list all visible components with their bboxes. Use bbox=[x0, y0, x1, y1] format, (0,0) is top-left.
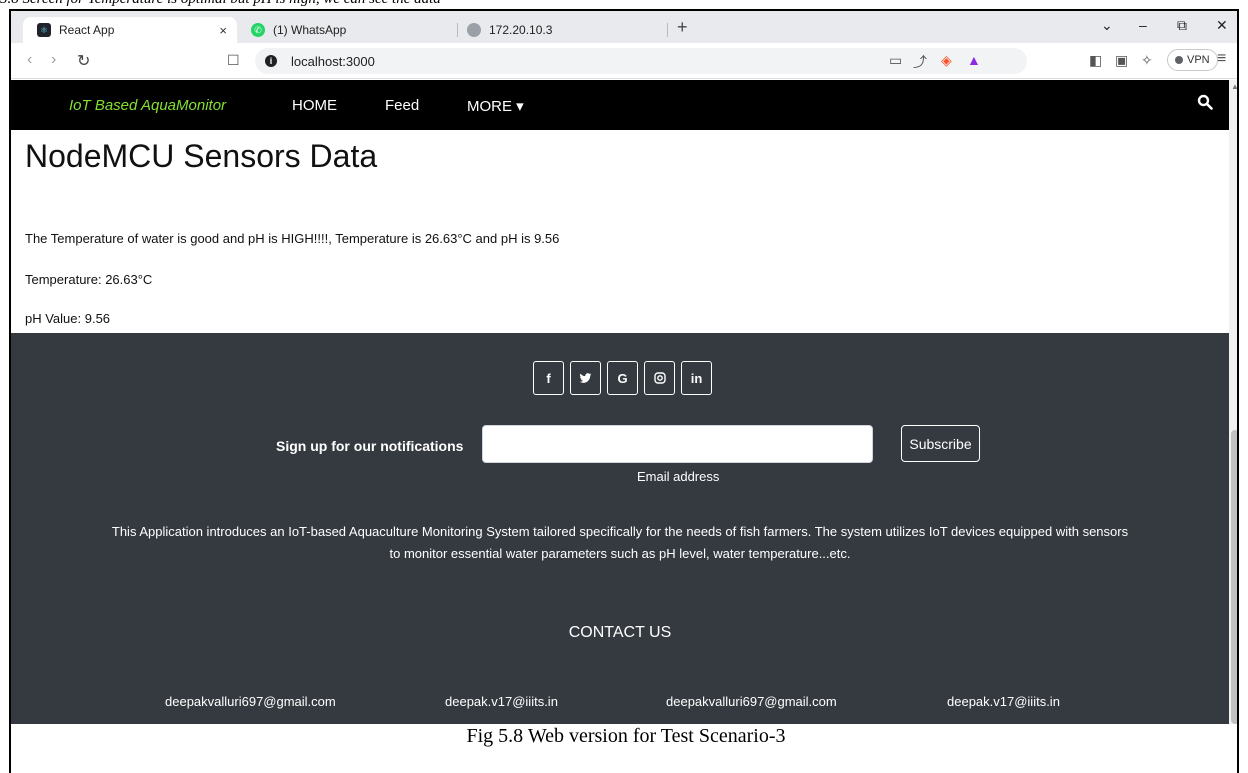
instagram-icon[interactable] bbox=[644, 361, 675, 395]
contact-email[interactable]: deepakvalluri697@gmail.com bbox=[165, 694, 336, 709]
social-links: f G in bbox=[533, 361, 712, 395]
ph-reading: pH Value: 9.56 bbox=[25, 311, 111, 326]
tab-separator bbox=[457, 23, 458, 37]
contact-email[interactable]: deepakvalluri697@gmail.com bbox=[666, 694, 837, 709]
sidebar-icon[interactable]: ◧ bbox=[1089, 52, 1102, 69]
vpn-status-icon bbox=[1175, 56, 1183, 64]
globe-icon bbox=[467, 23, 481, 37]
browser-toolbar: ‹ › ↻ ☐ i localhost:3000 ▭ ⤴ ◈ ▲ ◧ ▣ ✧ V… bbox=[11, 43, 1237, 79]
menu-icon[interactable]: ≡ bbox=[1217, 50, 1226, 68]
navbar-brand[interactable]: IoT Based AquaMonitor bbox=[69, 97, 226, 114]
forward-icon[interactable]: › bbox=[51, 51, 56, 69]
tab-separator bbox=[667, 23, 668, 37]
site-footer: f G in Sign up for our notifications Ema… bbox=[11, 333, 1229, 724]
tab-react-app[interactable]: ⚛ React App × bbox=[23, 17, 237, 43]
wallet-icon[interactable]: ▣ bbox=[1115, 52, 1128, 69]
react-icon: ⚛ bbox=[37, 23, 51, 37]
whatsapp-icon: ✆ bbox=[251, 23, 265, 37]
back-icon[interactable]: ‹ bbox=[27, 51, 32, 69]
tab-whatsapp[interactable]: ✆ (1) WhatsApp bbox=[251, 17, 346, 43]
app-description: This Application introduces an IoT-based… bbox=[111, 524, 1129, 561]
email-help-text: Email address bbox=[637, 469, 720, 484]
signup-label: Sign up for our notifications bbox=[276, 438, 464, 454]
share-icon[interactable]: ⤴ bbox=[913, 52, 927, 72]
scrollbar-thumb[interactable] bbox=[1231, 430, 1237, 724]
screenshot-frame: ⚛ React App × ✆ (1) WhatsApp 172.20.10.3… bbox=[9, 9, 1239, 773]
brave-rewards-icon[interactable]: ▲ bbox=[967, 52, 981, 68]
nav-home-link[interactable]: HOME bbox=[292, 97, 337, 114]
close-tab-icon[interactable]: × bbox=[219, 23, 227, 38]
url-text: localhost:3000 bbox=[291, 53, 375, 69]
page-title: NodeMCU Sensors Data bbox=[25, 138, 378, 174]
vpn-label: VPN bbox=[1187, 54, 1210, 66]
scroll-up-arrow-icon[interactable]: ▲ bbox=[1231, 82, 1237, 91]
search-icon[interactable] bbox=[1197, 94, 1215, 112]
vpn-button[interactable]: VPN bbox=[1167, 49, 1218, 71]
email-input[interactable] bbox=[482, 425, 873, 463]
tab-search-chevron-icon[interactable]: ⌄ bbox=[1101, 17, 1113, 34]
site-info-icon[interactable]: i bbox=[265, 55, 277, 67]
cast-icon[interactable]: ▭ bbox=[889, 52, 902, 69]
close-window-icon[interactable]: ✕ bbox=[1216, 17, 1228, 34]
nav-feed-link[interactable]: Feed bbox=[385, 97, 419, 114]
reload-icon[interactable]: ↻ bbox=[77, 51, 90, 71]
bookmark-icon[interactable]: ☐ bbox=[227, 52, 240, 69]
contact-email[interactable]: deepak.v17@iiits.in bbox=[445, 694, 558, 709]
address-bar[interactable]: i localhost:3000 bbox=[255, 48, 1027, 74]
leo-ai-icon[interactable]: ✧ bbox=[1141, 52, 1153, 69]
page-viewport: IoT Based AquaMonitor HOME Feed MORE ▾ N… bbox=[11, 80, 1229, 724]
document-top-caption: 5.8 Screen for Temperature is optimal bu… bbox=[0, 0, 1248, 9]
google-icon[interactable]: G bbox=[607, 361, 638, 395]
browser-tab-bar: ⚛ React App × ✆ (1) WhatsApp 172.20.10.3… bbox=[11, 11, 1237, 43]
figure-caption: Fig 5.8 Web version for Test Scenario-3 bbox=[466, 725, 786, 747]
page-scrollbar[interactable]: ▲ bbox=[1229, 80, 1237, 724]
restore-icon[interactable]: ⧉ bbox=[1177, 17, 1187, 34]
contact-us-heading: CONTACT US bbox=[568, 624, 672, 641]
sensor-status-message: The Temperature of water is good and pH … bbox=[25, 231, 560, 246]
tab-title: (1) WhatsApp bbox=[273, 23, 347, 37]
brave-shields-icon[interactable]: ◈ bbox=[941, 52, 952, 69]
minimize-icon[interactable]: – bbox=[1139, 17, 1147, 33]
tab-ip-address[interactable]: 172.20.10.3 bbox=[467, 17, 552, 43]
tab-title: React App bbox=[59, 23, 115, 37]
facebook-icon[interactable]: f bbox=[533, 361, 564, 395]
new-tab-button[interactable]: + bbox=[677, 17, 688, 38]
contact-email[interactable]: deepak.v17@iiits.in bbox=[947, 694, 1060, 709]
linkedin-icon[interactable]: in bbox=[681, 361, 712, 395]
subscribe-button[interactable]: Subscribe bbox=[901, 425, 980, 462]
nav-more-dropdown[interactable]: MORE ▾ bbox=[467, 97, 524, 115]
site-navbar: IoT Based AquaMonitor HOME Feed MORE ▾ bbox=[11, 80, 1229, 130]
twitter-icon[interactable] bbox=[570, 361, 601, 395]
temperature-reading: Temperature: 26.63°C bbox=[25, 272, 153, 287]
tab-title: 172.20.10.3 bbox=[489, 23, 553, 37]
